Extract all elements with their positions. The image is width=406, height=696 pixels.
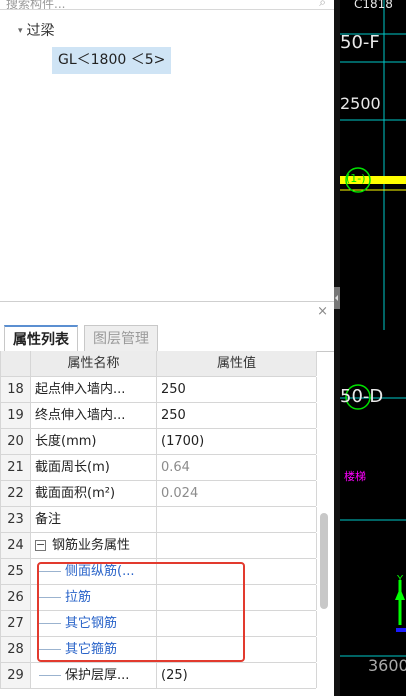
- property-value[interactable]: (1700): [157, 429, 317, 454]
- property-name: 保护层厚...: [31, 663, 157, 688]
- header-name: 属性名称: [31, 351, 157, 376]
- row-number: 23: [1, 507, 31, 532]
- property-group-row[interactable]: 24 − 钢筋业务属性: [1, 533, 317, 559]
- property-row[interactable]: 20 长度(mm) (1700): [1, 429, 317, 455]
- property-row[interactable]: 27 其它钢筋: [1, 611, 317, 637]
- property-value[interactable]: 250: [157, 403, 317, 428]
- property-group-name[interactable]: − 钢筋业务属性: [31, 533, 157, 558]
- property-value[interactable]: [157, 611, 317, 636]
- property-name: 备注: [31, 507, 157, 532]
- property-name: 截面面积(m²): [31, 481, 157, 506]
- cad-marker-label: (1-): [346, 172, 366, 185]
- cad-magenta-label: 楼梯: [344, 470, 366, 483]
- property-value[interactable]: [157, 637, 317, 662]
- group-label: 钢筋业务属性: [52, 538, 131, 553]
- grid-header: 属性名称 属性值: [1, 351, 317, 377]
- properties-panel: × 属性列表 图层管理 属性名称 属性值 18 起点伸入墙内... 250 19: [0, 305, 334, 696]
- tree-connector: [39, 597, 61, 598]
- property-row[interactable]: 29 保护层厚... (25): [1, 663, 317, 689]
- cad-label-top: C1818: [354, 0, 393, 11]
- property-row[interactable]: 28 其它箍筋: [1, 637, 317, 663]
- row-number: 24: [1, 533, 31, 558]
- property-value: 0.024: [157, 481, 317, 506]
- tree-node-lintel[interactable]: ▾ 过梁: [18, 20, 55, 42]
- scrollbar-thumb[interactable]: [320, 513, 328, 609]
- row-number: 19: [1, 403, 31, 428]
- header-num-cell: [1, 351, 31, 376]
- property-value[interactable]: (25): [157, 663, 317, 688]
- row-number: 29: [1, 663, 31, 688]
- property-name[interactable]: 拉筋: [31, 585, 157, 610]
- property-name: 长度(mm): [31, 429, 157, 454]
- row-number: 25: [1, 559, 31, 584]
- grid-scrollbar[interactable]: [318, 351, 332, 696]
- property-row[interactable]: 18 起点伸入墙内... 250: [1, 377, 317, 403]
- cad-axis-label-f: 50-F: [340, 32, 380, 53]
- tree-node-gl-selected[interactable]: GL＜1800 ＜5>: [52, 47, 172, 74]
- property-link-label[interactable]: 其它钢筋: [65, 616, 117, 631]
- search-bar[interactable]: 搜索构件... ⌕: [0, 0, 334, 10]
- property-value[interactable]: [157, 585, 317, 610]
- search-placeholder: 搜索构件...: [6, 0, 66, 10]
- panel-tabs: 属性列表 图层管理: [0, 322, 334, 352]
- cad-viewport[interactable]: C1818 50-F 2500 (1-) 50-D 楼梯 Y 3600: [334, 0, 406, 696]
- cad-dimension-bottom: 3600: [368, 656, 406, 675]
- left-panel: 搜索构件... ⌕ ▾ 过梁 GL＜1800 ＜5> × 属性列表 图层管理 属性…: [0, 0, 334, 696]
- tab-label: 属性列表: [13, 332, 69, 348]
- close-icon[interactable]: ×: [317, 305, 328, 319]
- property-row[interactable]: 21 截面周长(m) 0.64: [1, 455, 317, 481]
- property-name: 终点伸入墙内...: [31, 403, 157, 428]
- component-tree: ▾ 过梁 GL＜1800 ＜5>: [0, 10, 334, 302]
- row-number: 26: [1, 585, 31, 610]
- axis-y-label: Y: [397, 574, 404, 585]
- cad-dimension-label: 2500: [340, 94, 381, 113]
- property-link-label[interactable]: 侧面纵筋(...: [65, 564, 134, 579]
- property-label: 保护层厚...: [65, 668, 130, 683]
- property-value: [157, 533, 317, 558]
- cad-axis-label-d: 50-D: [340, 386, 384, 407]
- collapse-group-icon[interactable]: −: [35, 539, 46, 551]
- tab-layer-manager[interactable]: 图层管理: [84, 325, 158, 352]
- property-name[interactable]: 其它钢筋: [31, 611, 157, 636]
- row-number: 21: [1, 455, 31, 480]
- property-link-label[interactable]: 其它箍筋: [65, 642, 117, 657]
- property-row[interactable]: 25 侧面纵筋(...: [1, 559, 317, 585]
- property-row[interactable]: 22 截面面积(m²) 0.024: [1, 481, 317, 507]
- axis-y-arrow: [395, 588, 405, 600]
- tree-node-label: GL＜1800 ＜5>: [58, 52, 166, 68]
- search-icon[interactable]: ⌕: [319, 0, 326, 9]
- tree-node-label: 过梁: [26, 23, 55, 39]
- row-number: 27: [1, 611, 31, 636]
- tree-connector: [39, 649, 61, 650]
- tab-property-list[interactable]: 属性列表: [4, 325, 78, 352]
- tree-connector: [39, 571, 61, 572]
- property-name[interactable]: 其它箍筋: [31, 637, 157, 662]
- property-row[interactable]: 23 备注: [1, 507, 317, 533]
- collapse-arrow-icon[interactable]: ▾: [18, 26, 23, 36]
- property-row[interactable]: 26 拉筋: [1, 585, 317, 611]
- property-value[interactable]: 250: [157, 377, 317, 402]
- property-row[interactable]: 19 终点伸入墙内... 250: [1, 403, 317, 429]
- property-name[interactable]: 侧面纵筋(...: [31, 559, 157, 584]
- tree-connector: [39, 623, 61, 624]
- header-value: 属性值: [157, 351, 317, 376]
- row-number: 28: [1, 637, 31, 662]
- property-name: 截面周长(m): [31, 455, 157, 480]
- tab-label: 图层管理: [93, 331, 149, 347]
- row-number: 20: [1, 429, 31, 454]
- tree-connector: [39, 675, 61, 676]
- splitter-collapse-handle[interactable]: [334, 287, 340, 309]
- row-number: 18: [1, 377, 31, 402]
- property-value: 0.64: [157, 455, 317, 480]
- property-name: 起点伸入墙内...: [31, 377, 157, 402]
- property-link-label[interactable]: 拉筋: [65, 590, 91, 605]
- property-value[interactable]: [157, 507, 317, 532]
- row-number: 22: [1, 481, 31, 506]
- property-grid: 属性名称 属性值 18 起点伸入墙内... 250 19 终点伸入墙内... 2…: [0, 351, 317, 689]
- property-value[interactable]: [157, 559, 317, 584]
